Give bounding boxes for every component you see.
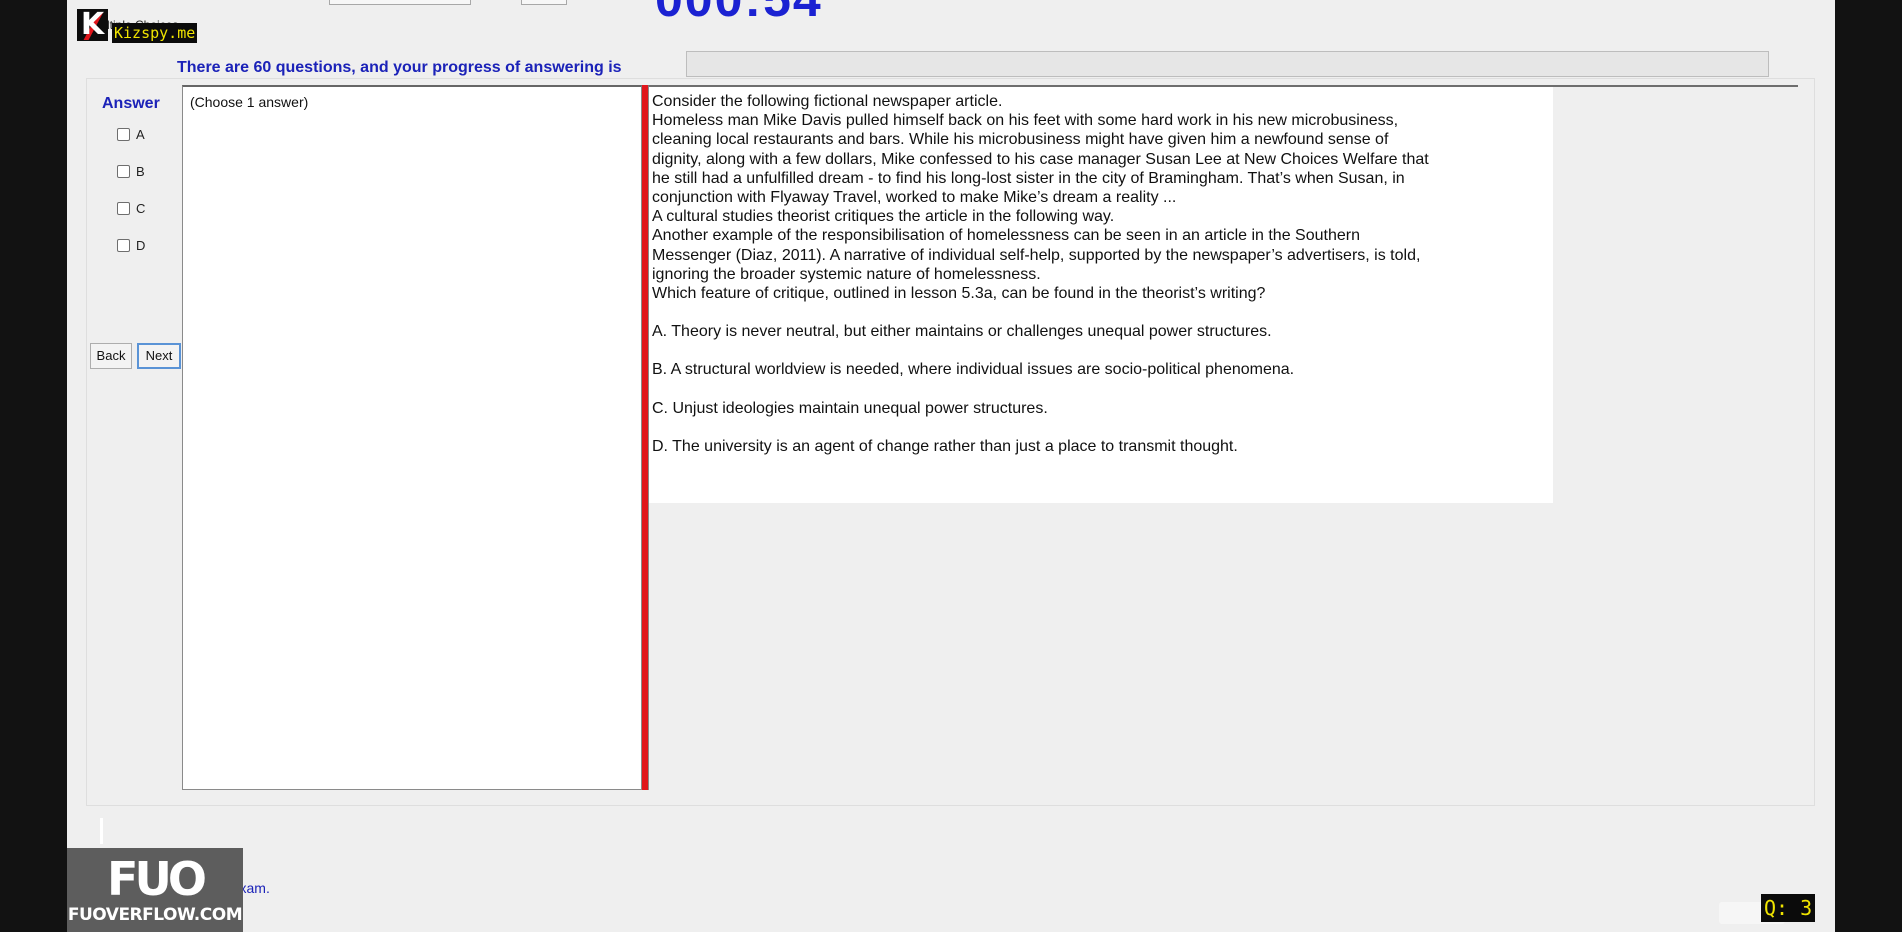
question-content: Consider the following fictional newspap…	[649, 87, 1553, 503]
answer-text-box[interactable]: (Choose 1 answer)	[182, 85, 642, 790]
top-small-field[interactable]	[521, 0, 567, 5]
choose-instruction: (Choose 1 answer)	[190, 94, 309, 110]
option-c-checkbox[interactable]: C	[117, 201, 145, 216]
question-line: he still had a unfulfilled dream - to fi…	[652, 169, 1405, 187]
question-line: Another example of the responsibilisatio…	[652, 227, 1360, 245]
answer-choice-b: B. A structural worldview is needed, whe…	[652, 361, 1295, 379]
logo-small-text: FUOVERFLOW.COM	[67, 905, 243, 925]
question-line: Messenger (Diaz, 2011). A narrative of i…	[652, 246, 1421, 264]
top-combobox[interactable]	[329, 0, 471, 5]
option-a-checkbox[interactable]: A	[117, 127, 145, 142]
question-line: ignoring the broader systemic nature of …	[652, 265, 1041, 283]
question-area: Consider the following fictional newspap…	[648, 85, 1798, 790]
option-d-checkbox[interactable]: D	[117, 238, 145, 253]
question-line: dignity, along with a few dollars, Mike …	[652, 150, 1429, 168]
answer-choice-a: A. Theory is never neutral, but either m…	[652, 323, 1272, 341]
question-line: Which feature of critique, outlined in l…	[652, 285, 1266, 303]
next-button[interactable]: Next	[137, 343, 181, 369]
option-label: B	[136, 164, 145, 179]
checkbox-box[interactable]	[117, 239, 130, 252]
progress-bar	[686, 51, 1769, 77]
answer-choice-c: C. Unjust ideologies maintain unequal po…	[652, 399, 1048, 417]
question-line: Homeless man Mike Davis pulled himself b…	[652, 112, 1399, 130]
answer-choice-d: D. The university is an agent of change …	[652, 437, 1238, 455]
checkbox-box[interactable]	[117, 202, 130, 215]
question-counter: Q: 3	[1761, 894, 1816, 922]
checkbox-box[interactable]	[117, 128, 130, 141]
option-b-checkbox[interactable]: B	[117, 164, 145, 179]
k-logo-icon: K	[77, 9, 108, 41]
question-line: cleaning local restaurants and bars. Whi…	[652, 131, 1389, 149]
question-line: Consider the following fictional newspap…	[652, 93, 1003, 110]
logo-big-text: FUO	[107, 852, 207, 906]
option-label: A	[136, 127, 145, 142]
option-label: D	[136, 238, 146, 253]
watermark-label: Kizspy.me	[112, 23, 198, 43]
fuoverflow-logo: FUO FUOVERFLOW.COM	[67, 848, 243, 932]
answer-title: Answer	[102, 95, 160, 112]
exam-timer: 000:54	[655, 0, 823, 24]
text-cursor	[100, 818, 103, 844]
progress-label: There are 60 questions, and your progres…	[177, 59, 622, 76]
exam-window: ltiple Choices K Kizspy.me 000:54 There …	[67, 0, 1835, 932]
question-line: A cultural studies theorist critiques th…	[652, 208, 1115, 226]
question-line: conjunction with Flyaway Travel, worked …	[652, 189, 1177, 207]
option-label: C	[136, 201, 146, 216]
checkbox-box[interactable]	[117, 165, 130, 178]
back-button[interactable]: Back	[90, 343, 132, 369]
